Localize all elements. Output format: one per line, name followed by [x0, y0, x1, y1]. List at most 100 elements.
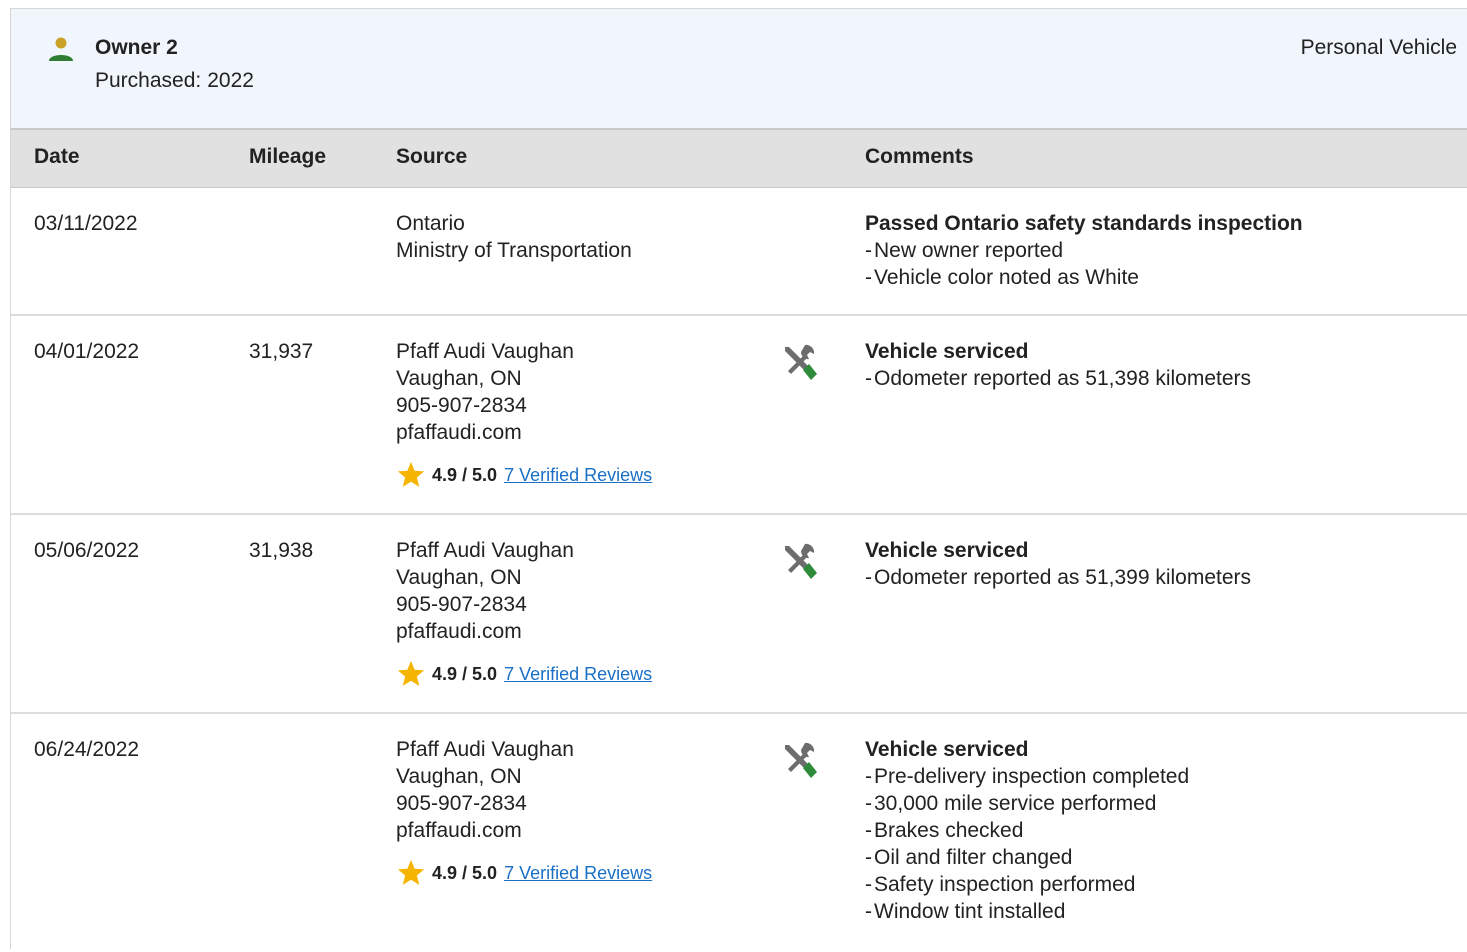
dealer-rating: 4.9 / 5.0 7 Verified Reviews	[396, 460, 652, 490]
service-tools-icon	[785, 742, 817, 778]
comment-text: Window tint installed	[874, 900, 1066, 923]
row-date: 06/24/2022	[34, 738, 140, 761]
row-source: Pfaff Audi Vaughan Vaughan, ON 905-907-2…	[396, 338, 652, 490]
dealer-phone: 905-907-2834	[396, 792, 527, 815]
source-line: Ministry of Transportation	[396, 239, 632, 262]
owner-header: Owner 2 Purchased: 2022 Personal Vehicle	[11, 9, 1467, 130]
bullet-dash: -	[865, 765, 872, 788]
bullet-dash: -	[865, 819, 872, 842]
dealer-location: Vaughan, ON	[396, 367, 522, 390]
verified-reviews-link[interactable]: 7 Verified Reviews	[504, 661, 652, 688]
dealer-name: Pfaff Audi Vaughan	[396, 738, 574, 761]
vehicle-type: Personal Vehicle	[1300, 36, 1457, 59]
row-comments: Passed Ontario safety standards inspecti…	[865, 210, 1303, 291]
table-header: Date Mileage Source Comments	[11, 130, 1467, 188]
comment-text: Pre-delivery inspection completed	[874, 765, 1190, 788]
bullet-dash: -	[865, 873, 872, 896]
row-date: 05/06/2022	[34, 539, 140, 562]
row-source: Pfaff Audi Vaughan Vaughan, ON 905-907-2…	[396, 537, 652, 689]
comment-item: -Odometer reported as 51,398 kilometers	[865, 365, 1251, 392]
comment-text: Oil and filter changed	[874, 846, 1073, 869]
header-mileage: Mileage	[249, 145, 327, 168]
table-row: 05/06/2022 31,938 Pfaff Audi Vaughan Vau…	[11, 515, 1467, 712]
row-icon	[779, 740, 819, 787]
person-icon	[49, 37, 73, 61]
comment-title: Passed Ontario safety standards inspecti…	[865, 212, 1303, 235]
row-mileage: 31,938	[249, 539, 314, 562]
star-icon	[397, 859, 425, 885]
rating-score: 4.9 / 5.0	[432, 862, 498, 883]
comment-item: -Brakes checked	[865, 817, 1189, 844]
verified-reviews-link[interactable]: 7 Verified Reviews	[504, 860, 652, 887]
row-comments: Vehicle serviced -Odometer reported as 5…	[865, 537, 1251, 591]
dealer-location: Vaughan, ON	[396, 765, 522, 788]
row-source: Pfaff Audi Vaughan Vaughan, ON 905-907-2…	[396, 736, 652, 888]
table-row: 06/24/2022 Pfaff Audi Vaughan Vaughan, O…	[11, 712, 1467, 952]
table-row: 04/01/2022 31,937 Pfaff Audi Vaughan Vau…	[11, 316, 1467, 515]
comment-item: -Odometer reported as 51,399 kilometers	[865, 564, 1251, 591]
comment-text: Brakes checked	[874, 819, 1024, 842]
header-date: Date	[34, 145, 80, 168]
dealer-website: pfaffaudi.com	[396, 819, 522, 842]
header-comments: Comments	[865, 145, 974, 168]
verified-reviews-link[interactable]: 7 Verified Reviews	[504, 462, 652, 489]
bullet-dash: -	[865, 239, 872, 262]
row-comments: Vehicle serviced -Pre-delivery inspectio…	[865, 736, 1189, 925]
row-divider	[243, 712, 860, 714]
comment-item: -Safety inspection performed	[865, 871, 1189, 898]
comment-text: Safety inspection performed	[874, 873, 1136, 896]
purchased-year: 2022	[207, 69, 254, 92]
service-tools-icon	[785, 344, 817, 380]
header-source: Source	[396, 145, 468, 168]
row-source: Ontario Ministry of Transportation	[396, 210, 632, 264]
dealer-website: pfaffaudi.com	[396, 421, 522, 444]
service-tools-icon	[785, 543, 817, 579]
vehicle-history-card: Owner 2 Purchased: 2022 Personal Vehicle …	[10, 8, 1467, 949]
bullet-dash: -	[865, 792, 872, 815]
comment-item: -Window tint installed	[865, 898, 1189, 925]
comment-text: 30,000 mile service performed	[874, 792, 1157, 815]
star-icon	[397, 461, 425, 487]
dealer-phone: 905-907-2834	[396, 593, 527, 616]
owner-title: Owner 2	[95, 36, 178, 59]
dealer-name: Pfaff Audi Vaughan	[396, 340, 574, 363]
bullet-dash: -	[865, 367, 872, 390]
comment-item: -Oil and filter changed	[865, 844, 1189, 871]
row-date: 03/11/2022	[34, 212, 138, 235]
comment-text: Odometer reported as 51,398 kilometers	[874, 367, 1252, 390]
comment-text: New owner reported	[874, 239, 1064, 262]
dealer-rating: 4.9 / 5.0 7 Verified Reviews	[396, 858, 652, 888]
bullet-dash: -	[865, 900, 872, 923]
comment-text: Vehicle color noted as White	[874, 266, 1139, 289]
comment-item: -Pre-delivery inspection completed	[865, 763, 1189, 790]
bullet-dash: -	[865, 566, 872, 589]
rating-score: 4.9 / 5.0	[432, 663, 498, 684]
star-icon	[397, 660, 425, 686]
comment-item: -Vehicle color noted as White	[865, 264, 1303, 291]
comment-title: Vehicle serviced	[865, 340, 1029, 363]
row-comments: Vehicle serviced -Odometer reported as 5…	[865, 338, 1251, 392]
dealer-name: Pfaff Audi Vaughan	[396, 539, 574, 562]
comment-title: Vehicle serviced	[865, 539, 1029, 562]
table-row: 03/11/2022 Ontario Ministry of Transport…	[11, 188, 1467, 316]
dealer-rating: 4.9 / 5.0 7 Verified Reviews	[396, 659, 652, 689]
row-mileage: 31,937	[249, 340, 314, 363]
comment-item: -New owner reported	[865, 237, 1303, 264]
bullet-dash: -	[865, 846, 872, 869]
dealer-location: Vaughan, ON	[396, 566, 522, 589]
rating-score: 4.9 / 5.0	[432, 464, 498, 485]
owner-purchased: Purchased: 2022	[95, 69, 254, 93]
comment-title: Vehicle serviced	[865, 738, 1029, 761]
row-divider	[860, 712, 1467, 714]
row-icon	[779, 342, 819, 389]
dealer-website: pfaffaudi.com	[396, 620, 522, 643]
dealer-phone: 905-907-2834	[396, 394, 527, 417]
row-date: 04/01/2022	[34, 340, 140, 363]
comment-text: Odometer reported as 51,399 kilometers	[874, 566, 1252, 589]
source-line: Ontario	[396, 212, 465, 235]
row-icon	[779, 541, 819, 588]
bullet-dash: -	[865, 266, 872, 289]
row-divider	[11, 712, 243, 714]
purchased-label: Purchased:	[95, 69, 202, 92]
comment-item: -30,000 mile service performed	[865, 790, 1189, 817]
